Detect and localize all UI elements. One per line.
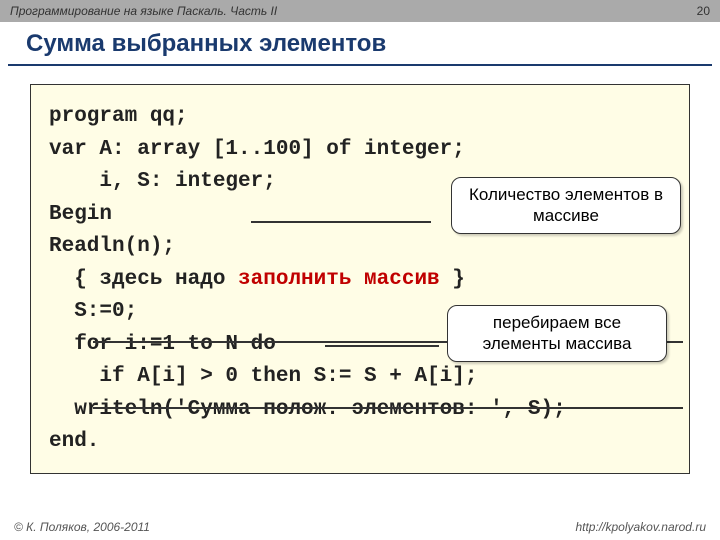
code-l6c: } — [440, 268, 465, 291]
code-l10: writeln('Сумма полож. элементов: ', S); — [49, 394, 671, 427]
code-l6: { здесь надо заполнить массив } — [49, 264, 671, 297]
code-l5: Readln(n); — [49, 231, 671, 264]
code-l1: program qq; — [49, 101, 671, 134]
code-l6a: { здесь надо — [49, 268, 238, 291]
callout-line-1 — [251, 221, 431, 223]
code-l6b: заполнить массив — [238, 268, 440, 291]
code-box: program qq; var A: array [1..100] of int… — [30, 84, 690, 474]
footer: © К. Поляков, 2006-2011 http://kpolyakov… — [0, 520, 720, 534]
header-bar: Программирование на языке Паскаль. Часть… — [0, 0, 720, 22]
page-number: 20 — [697, 4, 710, 18]
callout-count: Количество элементов в массиве — [451, 177, 681, 234]
code-l11: end. — [49, 426, 671, 459]
footer-url: http://kpolyakov.narod.ru — [575, 520, 706, 534]
code-l9: if A[i] > 0 then S:= S + A[i]; — [49, 361, 671, 394]
header-subject: Программирование на языке Паскаль. Часть… — [10, 4, 277, 18]
slide-title: Сумма выбранных элементов — [8, 22, 712, 66]
code-l2: var A: array [1..100] of integer; — [49, 134, 671, 167]
callout-iterate: перебираем все элементы массива — [447, 305, 667, 362]
callout-line-2 — [325, 345, 439, 347]
footer-copyright: © К. Поляков, 2006-2011 — [14, 520, 150, 534]
